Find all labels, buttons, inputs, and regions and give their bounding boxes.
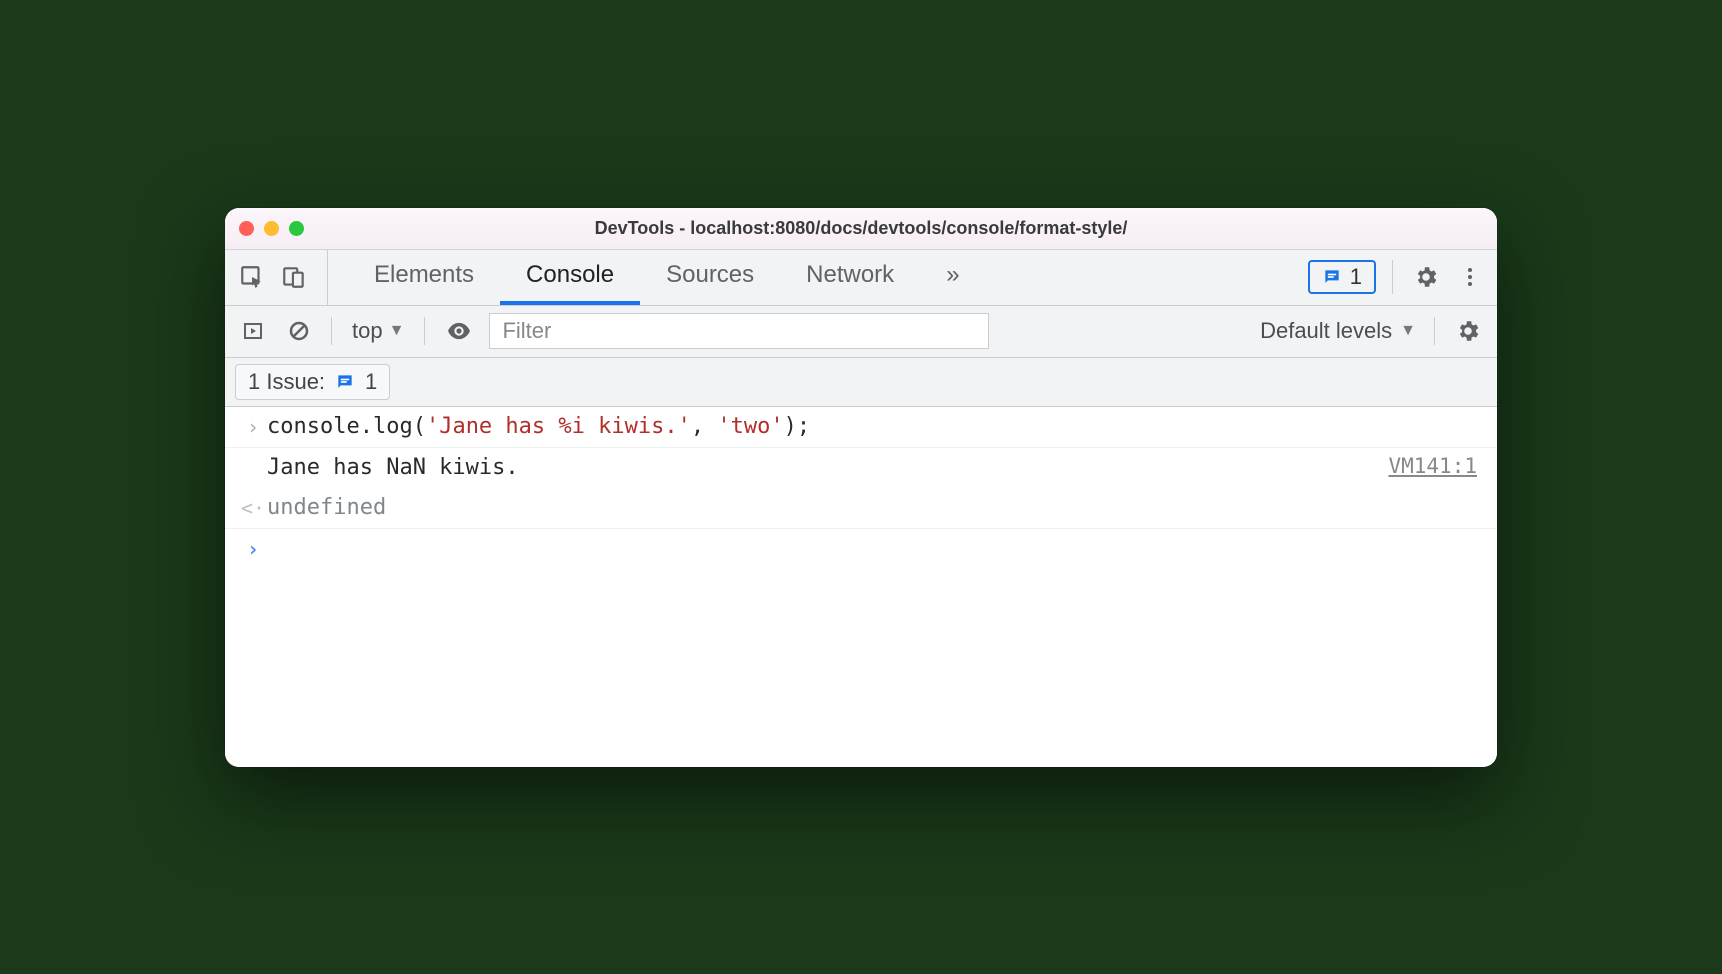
source-location-link[interactable]: VM141:1 xyxy=(1388,454,1483,478)
console-settings-icon[interactable] xyxy=(1449,318,1487,344)
console-output-text: Jane has NaN kiwis. xyxy=(267,454,1388,482)
minimize-window-button[interactable] xyxy=(264,221,279,236)
log-levels-label: Default levels xyxy=(1260,318,1392,344)
separator xyxy=(424,317,425,345)
more-options-icon[interactable] xyxy=(1453,260,1487,294)
issue-chip[interactable]: 1 Issue: 1 xyxy=(235,364,390,400)
console-output-row: Jane has NaN kiwis. VM141:1 xyxy=(225,448,1497,488)
log-levels-selector[interactable]: Default levels ▼ xyxy=(1256,318,1420,344)
chevron-right-double-icon: » xyxy=(946,261,959,289)
prompt-caret-icon: › xyxy=(239,535,267,563)
issues-badge-count: 1 xyxy=(1350,264,1362,290)
chevron-down-icon: ▼ xyxy=(1400,322,1416,340)
clear-console-icon[interactable] xyxy=(281,319,317,343)
tab-bar-left xyxy=(235,250,328,305)
issue-label: 1 Issue: xyxy=(248,369,325,395)
context-label: top xyxy=(352,318,383,344)
tab-bar: Elements Console Sources Network » 1 xyxy=(225,250,1497,306)
console-input-code: console.log('Jane has %i kiwis.', 'two')… xyxy=(267,413,1483,441)
inspect-element-icon[interactable] xyxy=(235,260,269,294)
live-expression-icon[interactable] xyxy=(439,317,479,345)
console-body: › console.log('Jane has %i kiwis.', 'two… xyxy=(225,407,1497,767)
tab-elements[interactable]: Elements xyxy=(348,250,500,305)
issues-icon xyxy=(1322,267,1342,287)
context-selector[interactable]: top ▼ xyxy=(346,318,410,344)
console-toolbar: top ▼ Default levels ▼ xyxy=(225,306,1497,358)
chevron-down-icon: ▼ xyxy=(389,322,405,340)
toggle-drawer-icon[interactable] xyxy=(235,319,271,343)
tab-network[interactable]: Network xyxy=(780,250,920,305)
tab-bar-right: 1 xyxy=(1308,250,1487,305)
window-title: DevTools - localhost:8080/docs/devtools/… xyxy=(225,218,1497,239)
settings-icon[interactable] xyxy=(1409,260,1443,294)
console-return-value: undefined xyxy=(267,494,1483,522)
input-caret-icon: › xyxy=(239,413,267,441)
device-toolbar-icon[interactable] xyxy=(277,260,311,294)
traffic-lights xyxy=(239,221,304,236)
issues-row: 1 Issue: 1 xyxy=(225,358,1497,407)
code-token: , xyxy=(691,414,718,439)
titlebar: DevTools - localhost:8080/docs/devtools/… xyxy=(225,208,1497,250)
devtools-window: DevTools - localhost:8080/docs/devtools/… xyxy=(225,208,1497,767)
issues-icon xyxy=(335,372,355,392)
separator xyxy=(1392,260,1393,294)
issues-badge[interactable]: 1 xyxy=(1308,260,1376,294)
return-caret-icon: <· xyxy=(239,494,267,522)
separator xyxy=(1434,317,1435,345)
tab-overflow[interactable]: » xyxy=(920,250,985,305)
issue-count: 1 xyxy=(365,369,377,395)
separator xyxy=(331,317,332,345)
console-return-row: <· undefined xyxy=(225,488,1497,529)
code-string-token: 'Jane has %i kiwis.' xyxy=(426,414,691,439)
console-input-row: › console.log('Jane has %i kiwis.', 'two… xyxy=(225,407,1497,448)
console-prompt-row[interactable]: › xyxy=(225,529,1497,569)
maximize-window-button[interactable] xyxy=(289,221,304,236)
panel-tabs: Elements Console Sources Network » xyxy=(328,250,1308,305)
close-window-button[interactable] xyxy=(239,221,254,236)
code-string-token: 'two' xyxy=(717,414,783,439)
tab-console[interactable]: Console xyxy=(500,250,640,305)
tab-sources[interactable]: Sources xyxy=(640,250,780,305)
code-token: ); xyxy=(784,414,811,439)
filter-input[interactable] xyxy=(489,313,989,349)
code-token: console.log( xyxy=(267,414,426,439)
